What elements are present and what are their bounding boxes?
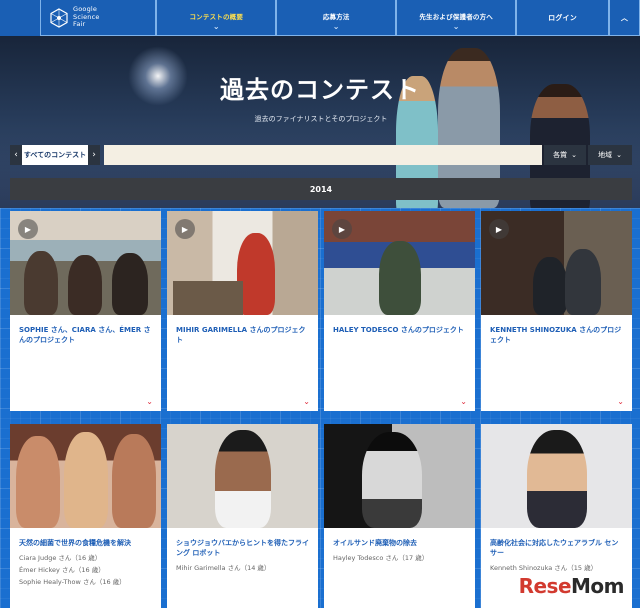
project-title[interactable]: 天然の細菌で世界の食糧危機を解決: [19, 538, 153, 548]
finalist-list: Mihir Garimella さん（14 歳）: [176, 562, 270, 574]
nav-item-teachers-parents[interactable]: 先生および保護者の方へ ⌄: [396, 0, 517, 36]
region-filter-dropdown[interactable]: 地域 ⌄: [588, 145, 632, 165]
project-card[interactable]: ▶ SOPHIE さん、CIARA さん、ÉMER さんのプロジェクト ⌄: [10, 211, 161, 411]
project-title[interactable]: 高齢化社会に対応したウェアラブル センサー: [490, 538, 624, 558]
logo-line-3: Fair: [73, 20, 86, 29]
award-filter-label: 各賞: [553, 151, 568, 159]
search-input[interactable]: [104, 145, 542, 165]
play-icon[interactable]: ▶: [332, 219, 352, 239]
project-card[interactable]: ▶ HALEY TODESCO さんのプロジェクト ⌄: [324, 211, 475, 411]
page-subtitle: 過去のファイナリストとそのプロジェクト: [254, 115, 388, 123]
project-card[interactable]: 天然の細菌で世界の食糧危機を解決 Ciara Judge さん（16 歳） Ém…: [10, 424, 161, 608]
project-title[interactable]: オイルサンド廃棄物の除去: [333, 538, 467, 548]
next-contest-button[interactable]: ›: [88, 145, 100, 165]
project-title[interactable]: KENNETH SHINOZUKA さんのプロジェクト: [490, 325, 624, 345]
finalist-name: Mihir Garimella さん（14 歳）: [176, 564, 271, 572]
finalist-photo[interactable]: [10, 424, 161, 528]
finalist-name: Sophie Healy-Thow さん（16 歳）: [19, 578, 126, 586]
chevron-down-icon[interactable]: ⌄: [617, 397, 624, 406]
finalist-name: Kenneth Shinozuka さん（15 歳）: [490, 564, 598, 572]
page-title: 過去のコンテスト: [220, 76, 420, 104]
chevron-up-icon[interactable]: ︿: [609, 0, 640, 36]
atom-icon: [50, 7, 68, 28]
finalist-list: Ciara Judge さん（16 歳） Émer Hickey さん（16 歳…: [19, 552, 126, 588]
top-navigation: Google Science Fair コンテストの概要 ⌄ 応募方法 ⌄ 先生…: [0, 0, 640, 36]
resemom-watermark: ReseMom: [518, 574, 625, 598]
finalist-photo[interactable]: [167, 424, 318, 528]
project-card[interactable]: ショウジョウバエからヒントを得たフライング ロボット Mihir Garimel…: [167, 424, 318, 608]
project-title[interactable]: HALEY TODESCO さんのプロジェクト: [333, 325, 467, 335]
chevron-down-icon: ⌄: [616, 151, 622, 159]
watermark-prefix: Rese: [518, 574, 572, 598]
project-title[interactable]: MIHIR GARIMELLA さんのプロジェクト: [176, 325, 310, 345]
project-card[interactable]: ▶ MIHIR GARIMELLA さんのプロジェクト ⌄: [167, 211, 318, 411]
nav-item-label: 応募方法: [322, 12, 350, 21]
chevron-down-icon[interactable]: ⌄: [146, 397, 153, 406]
region-filter-label: 地域: [598, 151, 613, 159]
google-science-fair-logo[interactable]: Google Science Fair: [40, 0, 157, 36]
finalist-photo[interactable]: [481, 424, 632, 528]
finalist-name: Émer Hickey さん（16 歳）: [19, 566, 105, 574]
year-header: 2014: [10, 178, 632, 200]
chevron-down-icon: ⌄: [571, 151, 577, 159]
nav-item-how-to-apply[interactable]: 応募方法 ⌄: [276, 0, 397, 36]
finalist-name: Ciara Judge さん（16 歳）: [19, 554, 102, 562]
previous-contest-button[interactable]: ‹: [10, 145, 22, 165]
chevron-down-icon: ⌄: [332, 21, 340, 31]
contest-selector[interactable]: すべてのコンテスト: [22, 145, 88, 165]
award-filter-dropdown[interactable]: 各賞 ⌄: [544, 145, 586, 165]
play-icon[interactable]: ▶: [175, 219, 195, 239]
finalist-list: Hayley Todesco さん（17 歳）: [333, 552, 428, 564]
nav-item-label: コンテストの概要: [189, 12, 244, 21]
project-card[interactable]: ▶ KENNETH SHINOZUKA さんのプロジェクト ⌄: [481, 211, 632, 411]
filter-bar: ‹ すべてのコンテスト › 各賞 ⌄ 地域 ⌄: [10, 145, 632, 165]
project-title[interactable]: ショウジョウバエからヒントを得たフライング ロボット: [176, 538, 310, 558]
finalist-name: Hayley Todesco さん（17 歳）: [333, 554, 429, 562]
play-icon[interactable]: ▶: [18, 219, 38, 239]
project-title[interactable]: SOPHIE さん、CIARA さん、ÉMER さんのプロジェクト: [19, 325, 153, 345]
watermark-suffix: Mom: [571, 574, 624, 598]
finalist-photo[interactable]: [324, 424, 475, 528]
chevron-down-icon: ⌄: [452, 21, 460, 31]
project-card[interactable]: オイルサンド廃棄物の除去 Hayley Todesco さん（17 歳）: [324, 424, 475, 608]
chevron-down-icon: ⌄: [212, 21, 220, 31]
nav-item-label: 先生および保護者の方へ: [419, 12, 494, 21]
login-button[interactable]: ログイン: [516, 0, 609, 36]
chevron-down-icon[interactable]: ⌄: [303, 397, 310, 406]
chevron-down-icon[interactable]: ⌄: [460, 397, 467, 406]
play-icon[interactable]: ▶: [489, 219, 509, 239]
nav-item-contest-overview[interactable]: コンテストの概要 ⌄: [156, 0, 277, 36]
finalist-list: Kenneth Shinozuka さん（15 歳）: [490, 562, 597, 574]
